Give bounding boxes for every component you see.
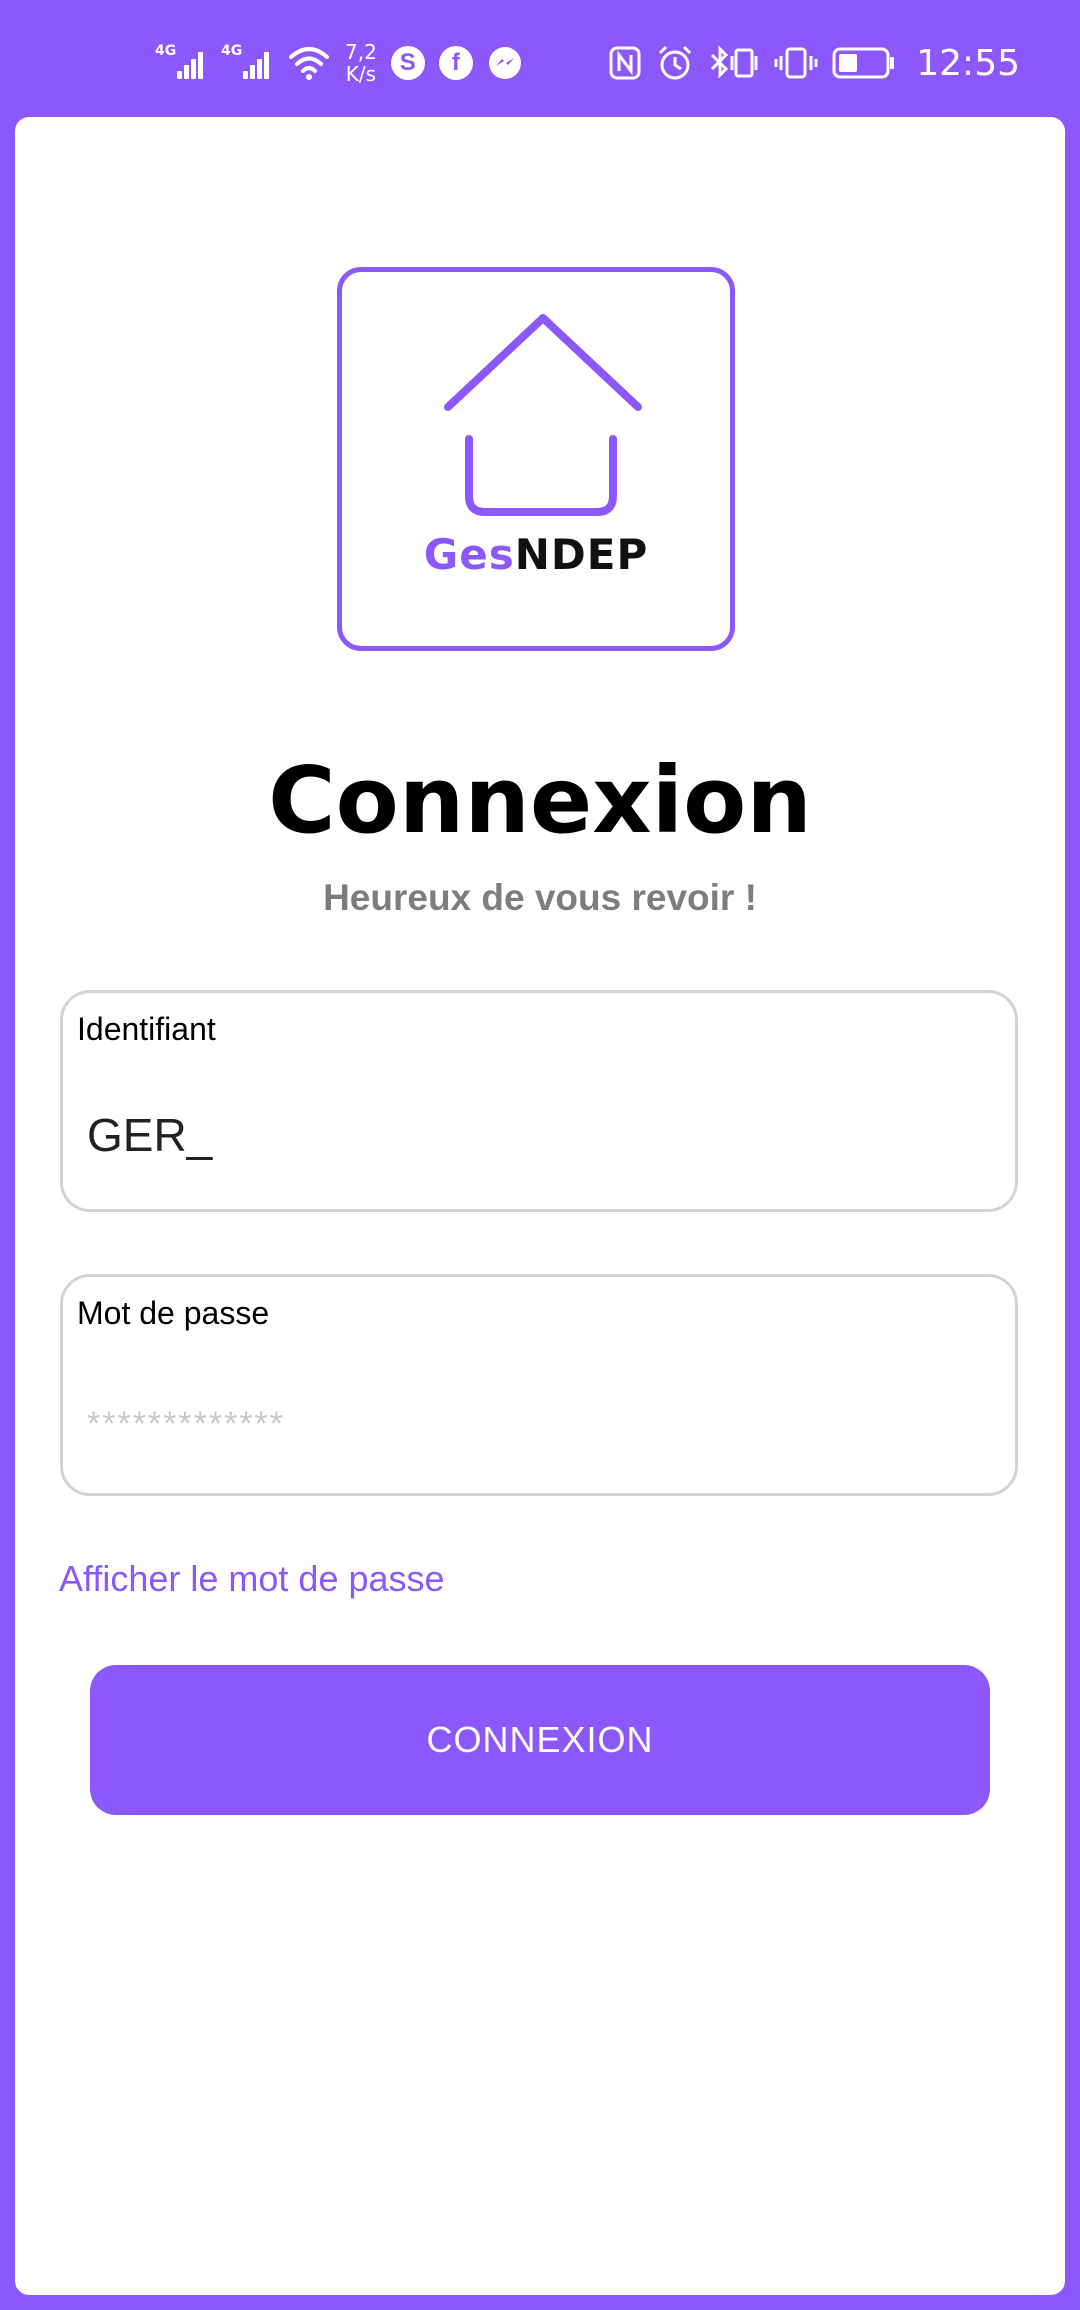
username-input[interactable]	[87, 1105, 967, 1165]
status-bar: 4G 4G 7,2 K/s S f 12:55	[0, 0, 1080, 118]
messenger-icon	[488, 47, 521, 79]
page-title: Connexion	[268, 747, 812, 854]
facebook-icon: f	[438, 46, 473, 80]
username-label: Identifiant	[77, 1011, 216, 1047]
login-card: GesNDEP Connexion Heureux de vous revoir…	[15, 117, 1065, 2295]
sim2-signal-icon: 4G	[221, 41, 273, 85]
status-bar-right: 12:55	[608, 38, 1020, 88]
nfc-icon	[609, 46, 641, 80]
skype-icon: S	[390, 46, 425, 80]
sim2-network-type: 4G	[221, 43, 243, 59]
sim1-network-type: 4G	[155, 43, 177, 59]
password-label: Mot de passe	[77, 1295, 270, 1331]
battery-icon	[832, 47, 895, 79]
alarm-icon	[659, 45, 692, 80]
password-input[interactable]	[87, 1389, 967, 1449]
logo-word-part2: NDEP	[514, 530, 649, 579]
show-password-link[interactable]: Afficher le mot de passe	[59, 1558, 445, 1600]
sim1-signal-icon: 4G	[155, 41, 207, 85]
username-field[interactable]: Identifiant	[60, 990, 1018, 1212]
page-subtitle: Heureux de vous revoir !	[323, 877, 757, 918]
app-logo: GesNDEP	[337, 267, 735, 651]
clock: 12:55	[916, 42, 1020, 84]
logo-word-part1: Ges	[423, 530, 515, 579]
bluetooth-vibrate-icon	[711, 45, 758, 79]
logo-wordmark: GesNDEP	[342, 530, 730, 579]
vibrate-icon	[774, 47, 818, 79]
login-button[interactable]: CONNEXION	[90, 1665, 990, 1815]
password-field[interactable]: Mot de passe	[60, 1274, 1018, 1496]
network-speed-value: 7,2	[345, 40, 377, 64]
wifi-icon	[289, 47, 329, 80]
network-speed: 7,2 K/s	[345, 41, 377, 85]
house-icon	[444, 314, 642, 516]
network-speed-unit: K/s	[345, 62, 377, 86]
status-bar-left: 4G 4G 7,2 K/s S f	[155, 38, 523, 88]
